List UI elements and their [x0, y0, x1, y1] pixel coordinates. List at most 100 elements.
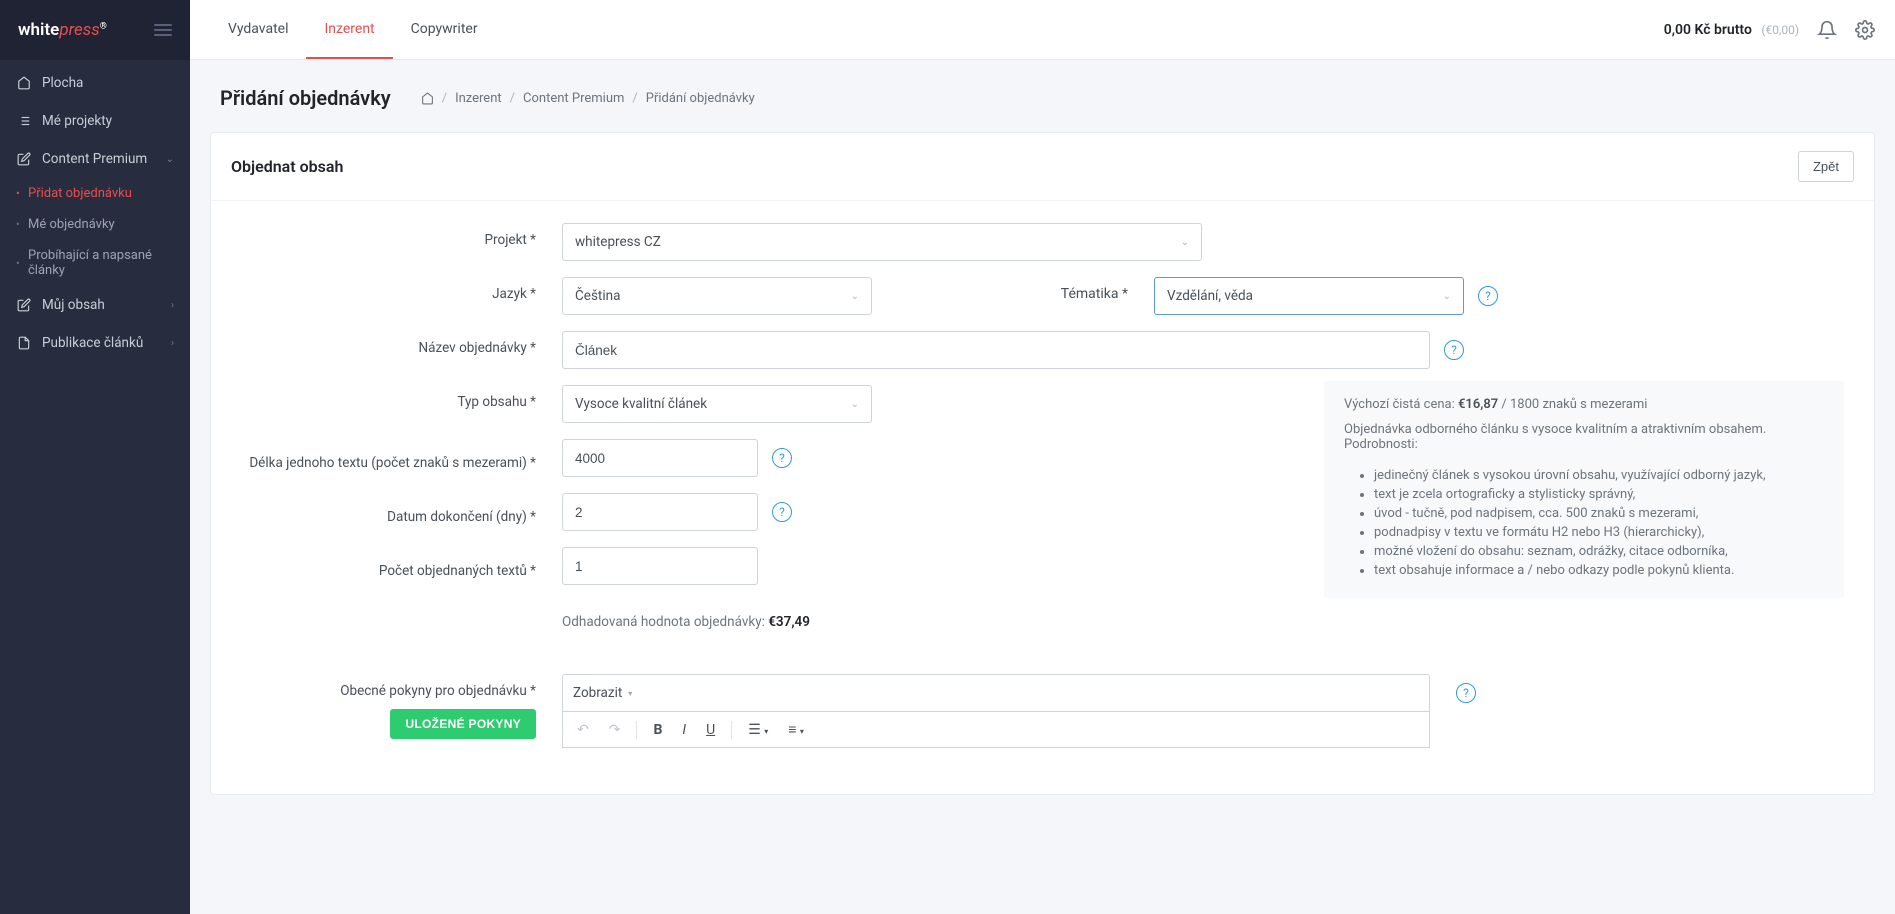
chevron-down-icon: ⌄ — [1443, 291, 1451, 302]
balance-main: 0,00 Kč brutto — [1664, 22, 1752, 38]
editor-toolbar-top: Zobrazit ▾ — [562, 674, 1430, 712]
instructions-label: Obecné pokyny pro objednávku * — [241, 674, 536, 699]
home-icon — [16, 76, 32, 90]
card-header: Objednat obsah Zpět — [211, 133, 1874, 201]
estimate-value: €37,49 — [768, 614, 810, 630]
help-icon[interactable]: ? — [1478, 286, 1498, 306]
topbar: Vydavatel Inzerent Copywriter 0,00 Kč br… — [190, 0, 1895, 60]
bold-icon[interactable]: B — [649, 720, 666, 740]
project-value: whitepress CZ — [575, 234, 661, 250]
info-bullet: text obsahuje informace a / nebo odkazy … — [1374, 563, 1824, 578]
bell-icon[interactable] — [1817, 20, 1837, 40]
bullet-list-icon[interactable]: ☰ ▾ — [744, 720, 772, 740]
price-info-box: Výchozí čistá cena: €16,87 / 1800 znaků … — [1324, 381, 1844, 598]
card-body: Projekt * whitepress CZ ⌄ Jazyk * Češtin… — [211, 201, 1874, 794]
logo-white: white — [18, 20, 59, 40]
order-name-input[interactable] — [562, 331, 1430, 369]
project-select[interactable]: whitepress CZ ⌄ — [562, 223, 1202, 261]
length-label: Délka jednoho textu (počet znaků s mezer… — [241, 446, 536, 471]
info-bullet: podnadpisy v textu ve formátu H2 nebo H3… — [1374, 525, 1824, 540]
back-button[interactable]: Zpět — [1798, 151, 1854, 182]
info-price-unit: / 1800 znaků s mezerami — [1498, 397, 1647, 412]
logo-bar: whitepress® — [0, 0, 190, 60]
chevron-right-icon: › — [171, 338, 174, 349]
order-card: Objednat obsah Zpět Projekt * whitepress… — [210, 132, 1875, 795]
sidebar-item-label: Můj obsah — [42, 297, 105, 313]
help-icon[interactable]: ? — [1456, 683, 1476, 703]
page-header: Přidání objednávky / Inzerent / Content … — [190, 60, 1895, 132]
info-bullet: úvod - tučně, pod nadpisem, cca. 500 zna… — [1374, 506, 1824, 521]
crumb-sep: / — [442, 91, 447, 106]
info-bullet: jedinečný článek s vysokou úrovní obsahu… — [1374, 468, 1824, 483]
breadcrumb: / Inzerent / Content Premium / Přidání o… — [421, 91, 755, 106]
chevron-down-icon: ⌄ — [1181, 237, 1189, 248]
info-bullet: text je zcela ortograficky a stylisticky… — [1374, 487, 1824, 502]
info-description: Objednávka odborného článku s vysoce kva… — [1344, 422, 1824, 452]
undo-icon[interactable]: ↶ — [573, 720, 593, 740]
document-icon — [16, 336, 32, 350]
sidebar-item-label: Plocha — [42, 75, 83, 91]
tab-publisher[interactable]: Vydavatel — [210, 0, 306, 59]
sidebar-item-my-content[interactable]: Můj obsah › — [0, 286, 190, 324]
count-input[interactable] — [562, 547, 758, 585]
sidebar-item-label: Content Premium — [42, 151, 147, 167]
logo-press: press — [59, 20, 99, 40]
content-type-select[interactable]: Vysoce kvalitní článek ⌄ — [562, 385, 872, 423]
tab-advertiser[interactable]: Inzerent — [306, 0, 392, 59]
help-icon[interactable]: ? — [772, 502, 792, 522]
help-icon[interactable]: ? — [1444, 340, 1464, 360]
sidebar-item-label: Mé objednávky — [28, 217, 115, 232]
topic-select[interactable]: Vzdělání, věda ⌄ — [1154, 277, 1464, 315]
topic-value: Vzdělání, věda — [1167, 288, 1253, 304]
topnav: Vydavatel Inzerent Copywriter — [210, 0, 496, 59]
home-icon[interactable] — [421, 92, 434, 105]
underline-icon[interactable]: U — [702, 720, 719, 740]
sidebar-item-label: Mé projekty — [42, 113, 112, 129]
chevron-down-icon: ⌄ — [166, 154, 174, 165]
crumb-sep: / — [510, 91, 515, 106]
crumb-current: Přidání objednávky — [646, 91, 755, 106]
sidebar-sub-in-progress[interactable]: Probíhající a napsané články — [28, 240, 190, 286]
order-name-label: Název objednávky * — [241, 331, 536, 356]
sidebar-item-publications[interactable]: Publikace článků › — [0, 324, 190, 362]
chevron-right-icon: › — [171, 300, 174, 311]
info-price-value: €16,87 — [1458, 397, 1498, 412]
card-title: Objednat obsah — [231, 157, 343, 176]
crumb-advertiser[interactable]: Inzerent — [455, 91, 502, 106]
sidebar-item-dashboard[interactable]: Plocha — [0, 64, 190, 102]
language-select[interactable]: Čeština ⌄ — [562, 277, 872, 315]
sidebar-item-content-premium[interactable]: Content Premium ⌄ — [0, 140, 190, 178]
menu-toggle-icon[interactable] — [154, 24, 172, 36]
help-icon[interactable]: ? — [772, 448, 792, 468]
sidebar-sub-add-order[interactable]: Přidat objednávku — [28, 178, 190, 209]
toolbar-separator — [636, 721, 637, 739]
italic-icon[interactable]: I — [678, 720, 690, 740]
redo-icon[interactable]: ↷ — [605, 720, 625, 740]
content-type-value: Vysoce kvalitní článek — [575, 396, 707, 412]
gear-icon[interactable] — [1855, 20, 1875, 40]
length-input[interactable] — [562, 439, 758, 477]
tab-copywriter[interactable]: Copywriter — [393, 0, 496, 59]
project-label: Projekt * — [241, 223, 536, 248]
info-bullets: jedinečný článek s vysokou úrovní obsahu… — [1344, 468, 1824, 578]
crumb-sep: / — [632, 91, 637, 106]
topbar-right: 0,00 Kč brutto (€0,00) — [1664, 20, 1875, 40]
deadline-input[interactable] — [562, 493, 758, 531]
numbered-list-icon[interactable]: ≡ ▾ — [784, 719, 808, 740]
sidebar-item-label: Probíhající a napsané články — [28, 248, 158, 278]
caret-down-icon: ▾ — [628, 689, 632, 698]
language-label: Jazyk * — [241, 277, 536, 302]
crumb-content-premium[interactable]: Content Premium — [523, 91, 624, 106]
edit-icon — [16, 298, 32, 312]
logo-reg: ® — [100, 21, 107, 31]
sidebar-sub-my-orders[interactable]: Mé objednávky — [28, 209, 190, 240]
sidebar-item-projects[interactable]: Mé projekty — [0, 102, 190, 140]
saved-instructions-button[interactable]: ULOŽENÉ POKYNY — [390, 709, 536, 739]
sidebar: whitepress® Plocha Mé projekty Content P… — [0, 0, 190, 914]
editor-show-dropdown[interactable]: Zobrazit ▾ — [573, 685, 632, 701]
chevron-down-icon: ⌄ — [851, 399, 859, 410]
toolbar-separator — [731, 721, 732, 739]
topic-label: Tématika * — [898, 277, 1128, 302]
sidebar-item-label: Přidat objednávku — [28, 186, 132, 201]
estimate-label: Odhadovaná hodnota objednávky: — [562, 614, 768, 630]
